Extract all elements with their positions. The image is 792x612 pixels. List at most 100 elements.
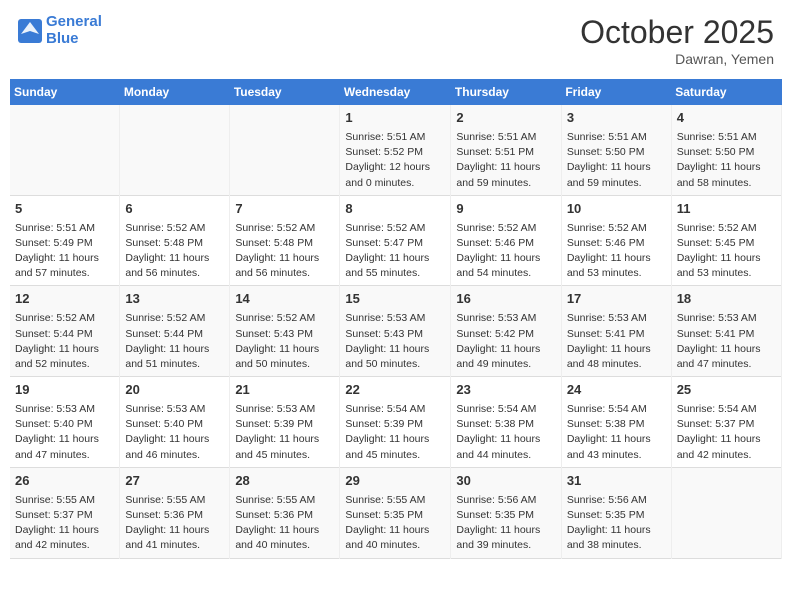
daylight-text: Daylight: 11 hours and 42 minutes.	[15, 524, 99, 551]
weekday-header: Monday	[120, 79, 230, 105]
calendar-cell: 3Sunrise: 5:51 AMSunset: 5:50 PMDaylight…	[561, 105, 671, 195]
calendar-cell: 26Sunrise: 5:55 AMSunset: 5:37 PMDayligh…	[10, 467, 120, 558]
calendar-cell: 15Sunrise: 5:53 AMSunset: 5:43 PMDayligh…	[340, 286, 451, 377]
daylight-text: Daylight: 11 hours and 38 minutes.	[567, 524, 651, 551]
daylight-text: Daylight: 11 hours and 54 minutes.	[456, 252, 540, 279]
daylight-text: Daylight: 11 hours and 46 minutes.	[125, 433, 209, 460]
day-number: 6	[125, 200, 224, 219]
sunrise-text: Sunrise: 5:53 AM	[235, 403, 315, 415]
day-number: 25	[677, 381, 776, 400]
sunrise-text: Sunrise: 5:51 AM	[567, 131, 647, 143]
calendar-cell: 17Sunrise: 5:53 AMSunset: 5:41 PMDayligh…	[561, 286, 671, 377]
day-number: 26	[15, 472, 114, 491]
logo: General Blue	[18, 14, 102, 47]
page-header: General Blue October 2025 Dawran, Yemen	[10, 10, 782, 71]
calendar-cell: 24Sunrise: 5:54 AMSunset: 5:38 PMDayligh…	[561, 377, 671, 468]
calendar-week-row: 12 Sunrise: 5:52 AM Sunset: 5:44 PM Dayligh…	[10, 286, 782, 377]
sunset-text: Sunset: 5:35 PM	[567, 509, 645, 521]
sunrise-text: Sunrise: 5:56 AM	[567, 494, 647, 506]
sunrise-text: Sunrise: 5:54 AM	[677, 403, 757, 415]
sunrise-text: Sunrise: 5:52 AM	[15, 312, 95, 324]
calendar-cell: 2Sunrise: 5:51 AMSunset: 5:51 PMDaylight…	[451, 105, 561, 195]
location-subtitle: Dawran, Yemen	[580, 51, 774, 67]
calendar-cell: 8Sunrise: 5:52 AMSunset: 5:47 PMDaylight…	[340, 195, 451, 286]
daylight-text: Daylight: 11 hours and 48 minutes.	[567, 343, 651, 370]
sunset-text: Sunset: 5:37 PM	[15, 509, 93, 521]
sunset-text: Sunset: 5:42 PM	[456, 328, 534, 340]
sunset-text: Sunset: 5:52 PM	[345, 146, 423, 158]
sunrise-text: Sunrise: 5:56 AM	[456, 494, 536, 506]
day-number: 24	[567, 381, 666, 400]
sunset-text: Sunset: 5:46 PM	[567, 237, 645, 249]
day-number: 4	[677, 109, 776, 128]
weekday-header: Wednesday	[340, 79, 451, 105]
daylight-text: Daylight: 11 hours and 59 minutes.	[567, 161, 651, 188]
day-number: 29	[345, 472, 445, 491]
daylight-text: Daylight: 11 hours and 43 minutes.	[567, 433, 651, 460]
day-number: 12	[15, 290, 114, 309]
daylight-text: Daylight: 11 hours and 53 minutes.	[567, 252, 651, 279]
calendar-cell: 25Sunrise: 5:54 AMSunset: 5:37 PMDayligh…	[671, 377, 781, 468]
sunset-text: Sunset: 5:50 PM	[677, 146, 755, 158]
day-number: 2	[456, 109, 555, 128]
daylight-text: Daylight: 11 hours and 45 minutes.	[235, 433, 319, 460]
weekday-header: Friday	[561, 79, 671, 105]
title-block: October 2025 Dawran, Yemen	[580, 14, 774, 67]
daylight-text: Daylight: 11 hours and 41 minutes.	[125, 524, 209, 551]
daylight-text: Daylight: 11 hours and 51 minutes.	[125, 343, 209, 370]
daylight-text: Daylight: 11 hours and 50 minutes.	[235, 343, 319, 370]
sunset-text: Sunset: 5:49 PM	[15, 237, 93, 249]
calendar-cell	[120, 105, 230, 195]
day-number: 5	[15, 200, 114, 219]
calendar-cell	[671, 467, 781, 558]
sunrise-text: Sunrise: 5:53 AM	[125, 403, 205, 415]
day-number: 17	[567, 290, 666, 309]
sunset-text: Sunset: 5:48 PM	[235, 237, 313, 249]
sunset-text: Sunset: 5:36 PM	[235, 509, 313, 521]
sunrise-text: Sunrise: 5:51 AM	[677, 131, 757, 143]
daylight-text: Daylight: 11 hours and 55 minutes.	[345, 252, 429, 279]
sunrise-text: Sunrise: 5:53 AM	[456, 312, 536, 324]
sunrise-text: Sunrise: 5:55 AM	[125, 494, 205, 506]
calendar-cell: 5 Sunrise: 5:51 AM Sunset: 5:49 PM Daylight…	[10, 195, 120, 286]
sunrise-text: Sunrise: 5:53 AM	[345, 312, 425, 324]
sunrise-text: Sunrise: 5:55 AM	[235, 494, 315, 506]
sunset-text: Sunset: 5:40 PM	[125, 418, 203, 430]
weekday-header: Sunday	[10, 79, 120, 105]
sunset-text: Sunset: 5:40 PM	[15, 418, 93, 430]
day-number: 28	[235, 472, 334, 491]
day-number: 7	[235, 200, 334, 219]
calendar-week-row: 5 Sunrise: 5:51 AM Sunset: 5:49 PM Daylight…	[10, 195, 782, 286]
sunrise-text: Sunrise: 5:51 AM	[15, 222, 95, 234]
sunset-text: Sunset: 5:44 PM	[125, 328, 203, 340]
weekday-header: Tuesday	[230, 79, 340, 105]
sunset-text: Sunset: 5:38 PM	[567, 418, 645, 430]
sunrise-text: Sunrise: 5:52 AM	[235, 222, 315, 234]
daylight-text: Daylight: 12 hours and 0 minutes.	[345, 161, 430, 188]
calendar-cell: 6Sunrise: 5:52 AMSunset: 5:48 PMDaylight…	[120, 195, 230, 286]
sunset-text: Sunset: 5:41 PM	[567, 328, 645, 340]
day-number: 9	[456, 200, 555, 219]
day-number: 23	[456, 381, 555, 400]
calendar-cell	[10, 105, 120, 195]
daylight-text: Daylight: 11 hours and 58 minutes.	[677, 161, 761, 188]
day-number: 31	[567, 472, 666, 491]
sunrise-text: Sunrise: 5:51 AM	[456, 131, 536, 143]
day-number: 10	[567, 200, 666, 219]
day-number: 14	[235, 290, 334, 309]
calendar-cell: 28Sunrise: 5:55 AMSunset: 5:36 PMDayligh…	[230, 467, 340, 558]
sunset-text: Sunset: 5:39 PM	[235, 418, 313, 430]
calendar-cell: 4 Sunrise: 5:51 AM Sunset: 5:50 PM Daylight…	[671, 105, 781, 195]
sunset-text: Sunset: 5:35 PM	[345, 509, 423, 521]
sunrise-text: Sunrise: 5:54 AM	[345, 403, 425, 415]
day-number: 11	[677, 200, 776, 219]
calendar-cell: 22Sunrise: 5:54 AMSunset: 5:39 PMDayligh…	[340, 377, 451, 468]
daylight-text: Daylight: 11 hours and 57 minutes.	[15, 252, 99, 279]
weekday-header: Saturday	[671, 79, 781, 105]
sunset-text: Sunset: 5:46 PM	[456, 237, 534, 249]
day-number: 15	[345, 290, 445, 309]
calendar-header-row: SundayMondayTuesdayWednesdayThursdayFrid…	[10, 79, 782, 105]
daylight-text: Daylight: 11 hours and 56 minutes.	[125, 252, 209, 279]
day-number: 30	[456, 472, 555, 491]
day-number: 1	[345, 109, 445, 128]
